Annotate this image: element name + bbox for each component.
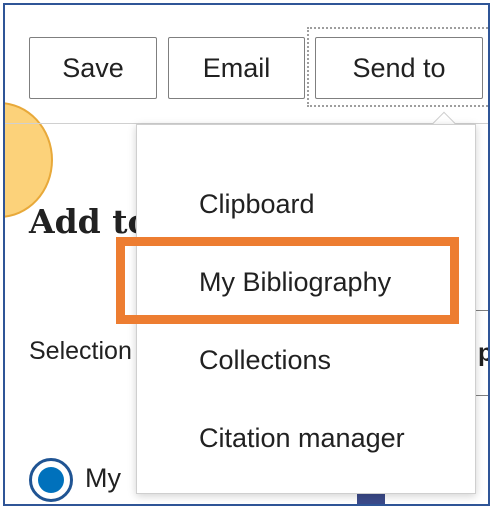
step-indicator-bubble [5,102,53,218]
save-button[interactable]: Save [29,37,157,99]
send-to-button[interactable]: Send to [315,37,483,99]
highlight-box [116,237,459,324]
menu-item-citation-manager[interactable]: Citation manager [199,423,405,454]
radio-label: My [85,463,121,493]
action-button-partial[interactable] [357,492,385,504]
menu-item-clipboard[interactable]: Clipboard [199,189,315,220]
menu-item-collections[interactable]: Collections [199,345,331,376]
email-button[interactable]: Email [168,37,305,99]
add-to-heading: Add to [29,202,150,241]
my-bibliography-radio[interactable] [29,458,73,502]
selection-label: Selection [29,337,132,365]
selection-dropdown-value: pa [478,339,488,368]
